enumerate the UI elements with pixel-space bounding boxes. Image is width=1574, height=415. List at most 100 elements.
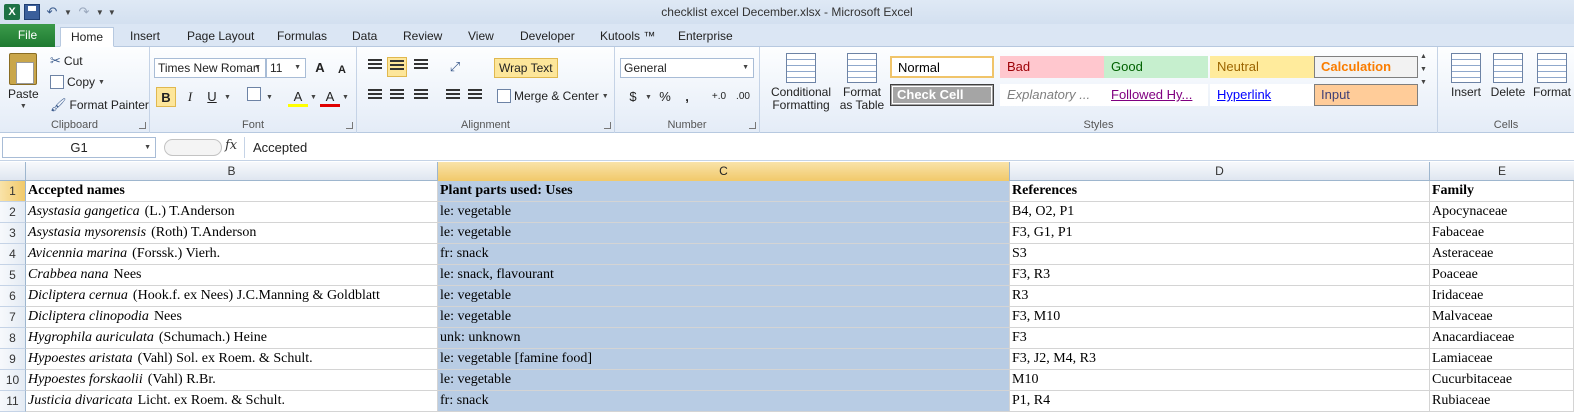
format-as-table-button[interactable]: Format as Table	[838, 53, 886, 112]
row-header[interactable]: 3	[0, 223, 26, 244]
cell-style-good[interactable]: Good	[1104, 56, 1208, 78]
cell-style-followed-hy[interactable]: Followed Hy...	[1104, 84, 1208, 106]
cell-b[interactable]: Asystasia mysorensis (Roth) T.Anderson	[26, 223, 438, 244]
increase-indent-button[interactable]	[465, 87, 485, 107]
formula-input[interactable]: Accepted	[244, 137, 1572, 158]
row-header[interactable]: 9	[0, 349, 26, 370]
copy-button[interactable]: Copy ▼	[50, 75, 105, 89]
orientation-button[interactable]: ⤢	[445, 57, 465, 77]
font-color-dropdown-icon[interactable]: ▼	[342, 94, 349, 101]
tab-insert[interactable]: Insert	[120, 27, 170, 47]
tab-file[interactable]: File	[0, 24, 55, 47]
cell-c[interactable]: fr: snack	[438, 244, 1010, 265]
row-header[interactable]: 10	[0, 370, 26, 391]
cell-c[interactable]: le: vegetable	[438, 307, 1010, 328]
comma-button[interactable]: ,	[677, 87, 697, 107]
column-header-e[interactable]: E	[1430, 162, 1574, 181]
column-header-c[interactable]: C	[438, 162, 1010, 181]
cell-c[interactable]: le: vegetable	[438, 370, 1010, 391]
row-header[interactable]: 5	[0, 265, 26, 286]
cell-d[interactable]: F3, R3	[1010, 265, 1430, 286]
tab-enterprise[interactable]: Enterprise	[668, 27, 743, 47]
font-size-select[interactable]: 11 ▼	[266, 58, 306, 78]
tab-home[interactable]: Home	[60, 27, 115, 47]
cell-b[interactable]: Asystasia gangetica (L.) T.Anderson	[26, 202, 438, 223]
gallery-down-icon[interactable]: ▼	[1420, 66, 1427, 73]
cell-b[interactable]: Crabbea nana Nees	[26, 265, 438, 286]
cell-b[interactable]: Accepted names	[26, 181, 438, 202]
underline-dropdown-icon[interactable]: ▼	[224, 94, 231, 101]
merge-center-button[interactable]: Merge & Center ▼	[497, 89, 609, 103]
cell-c[interactable]: fr: snack	[438, 391, 1010, 412]
row-header[interactable]: 2	[0, 202, 26, 223]
cell-d[interactable]: F3, G1, P1	[1010, 223, 1430, 244]
delete-cells-button[interactable]: Delete	[1488, 53, 1528, 99]
cell-c[interactable]: le: vegetable	[438, 223, 1010, 244]
cell-style-normal[interactable]: Normal	[890, 56, 994, 78]
insert-function-icon[interactable]: fx	[225, 138, 237, 153]
font-color-button[interactable]: A	[320, 87, 340, 107]
align-center-button[interactable]	[387, 87, 407, 107]
align-bottom-button[interactable]	[411, 57, 431, 77]
increase-decimal-button[interactable]: +.0	[709, 87, 729, 107]
align-top-button[interactable]	[365, 57, 385, 77]
cell-d[interactable]: P1, R4	[1010, 391, 1430, 412]
font-launcher-icon[interactable]	[346, 122, 353, 129]
cell-b[interactable]: Hygrophila auriculata (Schumach.) Heine	[26, 328, 438, 349]
align-right-button[interactable]	[411, 87, 431, 107]
gallery-up-icon[interactable]: ▲	[1420, 53, 1427, 60]
row-header[interactable]: 8	[0, 328, 26, 349]
name-box[interactable]: G1 ▼	[2, 137, 156, 158]
borders-dropdown-icon[interactable]: ▼	[266, 94, 273, 101]
italic-button[interactable]: I	[180, 87, 200, 107]
cell-d[interactable]: R3	[1010, 286, 1430, 307]
cell-e[interactable]: Malvaceae	[1430, 307, 1574, 328]
cell-e[interactable]: Iridaceae	[1430, 286, 1574, 307]
align-middle-button[interactable]	[387, 57, 407, 77]
cell-c[interactable]: le: vegetable [famine food]	[438, 349, 1010, 370]
tab-review[interactable]: Review	[393, 27, 452, 47]
cell-d[interactable]: S3	[1010, 244, 1430, 265]
cell-b[interactable]: Hypoestes aristata (Vahl) Sol. ex Roem. &…	[26, 349, 438, 370]
format-painter-button[interactable]: 🖌 Format Painter	[50, 97, 149, 113]
align-left-button[interactable]	[365, 87, 385, 107]
number-launcher-icon[interactable]	[749, 122, 756, 129]
cell-c[interactable]: le: snack, flavourant	[438, 265, 1010, 286]
cell-style-bad[interactable]: Bad	[1000, 56, 1104, 78]
grow-font-button[interactable]: A	[310, 58, 330, 78]
fill-color-button[interactable]: A	[288, 87, 308, 107]
cell-d[interactable]: B4, O2, P1	[1010, 202, 1430, 223]
cell-d[interactable]: F3	[1010, 328, 1430, 349]
borders-button[interactable]	[244, 87, 264, 107]
cut-button[interactable]: ✂ Cut	[50, 53, 83, 69]
cell-style-neutral[interactable]: Neutral	[1210, 56, 1314, 78]
row-header[interactable]: 11	[0, 391, 26, 412]
cell-e[interactable]: Apocynaceae	[1430, 202, 1574, 223]
cell-d[interactable]: References	[1010, 181, 1430, 202]
cell-e[interactable]: Anacardiaceae	[1430, 328, 1574, 349]
cell-b[interactable]: Justicia divaricata Licht. ex Roem. & Sch…	[26, 391, 438, 412]
cell-e[interactable]: Cucurbitaceae	[1430, 370, 1574, 391]
cell-b[interactable]: Avicennia marina (Forssk.) Vierh.	[26, 244, 438, 265]
format-cells-button[interactable]: Format	[1530, 53, 1574, 99]
cell-b[interactable]: Dicliptera clinopodia Nees	[26, 307, 438, 328]
underline-button[interactable]: U	[202, 87, 222, 107]
alignment-launcher-icon[interactable]	[604, 122, 611, 129]
insert-cells-button[interactable]: Insert	[1446, 53, 1486, 99]
cell-e[interactable]: Asteraceae	[1430, 244, 1574, 265]
clipboard-launcher-icon[interactable]	[139, 122, 146, 129]
tab-formulas[interactable]: Formulas	[267, 27, 337, 47]
row-header[interactable]: 4	[0, 244, 26, 265]
cell-style-hyperlink[interactable]: Hyperlink	[1210, 84, 1314, 106]
select-all-corner[interactable]	[0, 162, 26, 181]
tab-data[interactable]: Data	[342, 27, 387, 47]
row-header[interactable]: 1	[0, 181, 26, 202]
tab-view[interactable]: View	[458, 27, 504, 47]
cell-style-explanatory[interactable]: Explanatory ...	[1000, 84, 1104, 106]
cell-b[interactable]: Hypoestes forskaolii (Vahl) R.Br.	[26, 370, 438, 391]
gallery-more-icon[interactable]: ▼	[1420, 79, 1427, 86]
wrap-text-button[interactable]: Wrap Text	[494, 58, 558, 78]
cell-c[interactable]: Plant parts used: Uses	[438, 181, 1010, 202]
row-header[interactable]: 7	[0, 307, 26, 328]
cell-style-calculation[interactable]: Calculation	[1314, 56, 1418, 78]
